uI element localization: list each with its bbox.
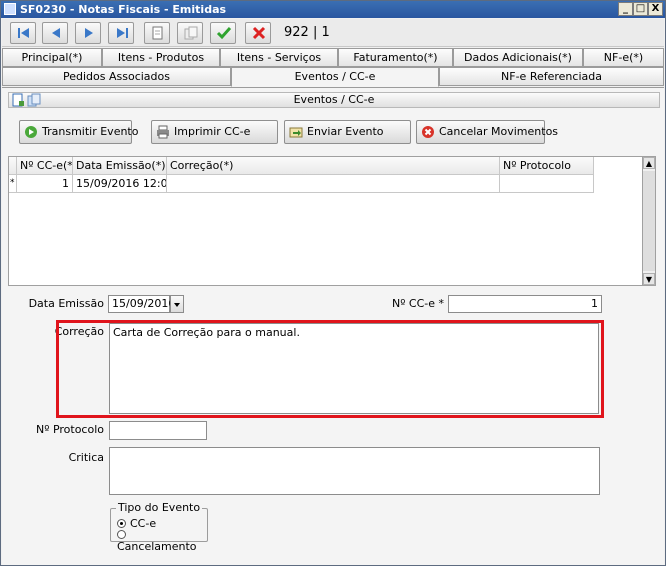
transmit-icon [25,126,37,138]
scroll-up-icon[interactable]: ▲ [643,157,655,169]
events-grid[interactable]: Nº CC-e(*) Data Emissão(*) Correção(*) N… [8,156,656,286]
first-record-button[interactable] [10,22,36,44]
eventos-panel: Eventos / CC-e Transmitir Evento Imprimi… [2,87,664,565]
cancel-icon [422,126,434,138]
numero-cce-label: Nº CC-e * [391,297,444,310]
tipo-evento-group: Tipo do Evento CC-e Cancelamento [110,501,208,553]
transmitir-evento-button[interactable]: Transmitir Evento [19,120,138,144]
last-record-icon [117,28,128,38]
imprimir-cce-label: Imprimir CC-e [174,125,251,138]
correcao-textarea[interactable]: Carta de Correção para o manual. [109,323,599,414]
tab-itens-produtos[interactable]: Itens - Produtos [102,48,220,67]
last-record-button[interactable] [108,22,134,44]
tab-itens-servicos[interactable]: Itens - Serviços [220,48,338,67]
grid-header-protocolo[interactable]: Nº Protocolo [500,157,594,175]
grid-header-numero[interactable]: Nº CC-e(*) [17,157,73,175]
panel-header: Eventos / CC-e [8,92,660,108]
tab-row-2: Pedidos Associados Eventos / CC-e NF-e R… [2,67,664,87]
tab-principal[interactable]: Principal(*) [2,48,102,67]
table-cell-correcao[interactable] [167,175,500,193]
record-counter: 922 | 1 [284,25,330,40]
navigation-toolbar: 922 | 1 [2,19,664,47]
main-window: SF0230 - Notas Fiscais - Emitidas _ □ X [0,0,666,566]
tab-dados-adicionais[interactable]: Dados Adicionais(*) [453,48,583,67]
cancel-button[interactable] [245,22,271,44]
tab-pedidos-associados[interactable]: Pedidos Associados [2,67,231,86]
tipo-evento-label: Tipo do Evento [116,501,203,515]
transmitir-evento-label: Transmitir Evento [42,125,139,138]
close-icon [252,26,266,40]
next-record-icon [85,28,93,38]
correcao-label: Correção [54,325,104,338]
previous-record-icon [52,28,60,38]
minimize-button[interactable]: _ [618,2,633,16]
grid-scrollbar[interactable]: ▲ ▼ [642,156,656,286]
tab-faturamento[interactable]: Faturamento(*) [338,48,453,67]
protocolo-field[interactable] [109,421,207,440]
enviar-evento-label: Enviar Evento [307,125,384,138]
tab-eventos-cce[interactable]: Eventos / CC-e [231,67,439,87]
copy-record-button[interactable] [177,22,203,44]
grid-header-data[interactable]: Data Emissão(*) [73,157,167,175]
app-icon [4,3,16,15]
scroll-down-icon[interactable]: ▼ [643,273,655,285]
new-document-icon [152,26,163,40]
data-emissao-label: Data Emissão [28,297,104,310]
title-bar[interactable]: SF0230 - Notas Fiscais - Emitidas _ □ X [1,1,665,18]
grid-corner [9,157,17,175]
scroll-track[interactable] [643,171,655,271]
table-cell-protocolo[interactable] [500,175,594,193]
imprimir-cce-button[interactable]: Imprimir CC-e [151,120,278,144]
critica-textarea[interactable] [109,447,600,495]
enviar-evento-button[interactable]: Enviar Evento [284,120,411,144]
tab-nfe[interactable]: NF-e(*) [583,48,664,67]
tab-row-1: Principal(*) Itens - Produtos Itens - Se… [2,48,664,67]
grid-header-correcao[interactable]: Correção(*) [167,157,500,175]
window-title: SF0230 - Notas Fiscais - Emitidas [20,3,227,16]
new-record-button[interactable] [144,22,170,44]
chevron-down-icon [174,303,180,307]
tab-nfe-referenciada[interactable]: NF-e Referenciada [439,67,664,86]
previous-record-button[interactable] [42,22,68,44]
next-record-button[interactable] [75,22,101,44]
table-cell-data[interactable]: 15/09/2016 12:04:25 [73,175,167,193]
radio-cancelamento-label: Cancelamento [117,540,197,553]
first-record-icon [18,28,29,38]
send-icon [289,127,303,138]
critica-label: Critica [68,451,104,464]
date-picker-button[interactable] [170,295,184,313]
radio-selected-icon[interactable] [117,519,126,528]
maximize-button[interactable]: □ [633,2,648,16]
save-button[interactable] [210,22,236,44]
radio-cancelamento[interactable]: Cancelamento [117,529,207,553]
copy-icon [184,26,198,40]
cancelar-movimentos-button[interactable]: Cancelar Movimentos [416,120,558,144]
check-icon [216,27,232,40]
numero-cce-field[interactable]: 1 [448,295,602,313]
data-emissao-field[interactable]: 15/09/2016 [108,295,175,313]
table-cell-numero[interactable]: 1 [17,175,73,193]
cancelar-movimentos-label: Cancelar Movimentos [439,125,559,138]
panel-title: Eventos / CC-e [293,93,375,106]
printer-icon [157,125,169,139]
protocolo-label: Nº Protocolo [36,423,104,436]
close-window-button[interactable]: X [648,2,663,16]
radio-unselected-icon[interactable] [117,530,126,539]
row-marker: * [9,175,17,193]
